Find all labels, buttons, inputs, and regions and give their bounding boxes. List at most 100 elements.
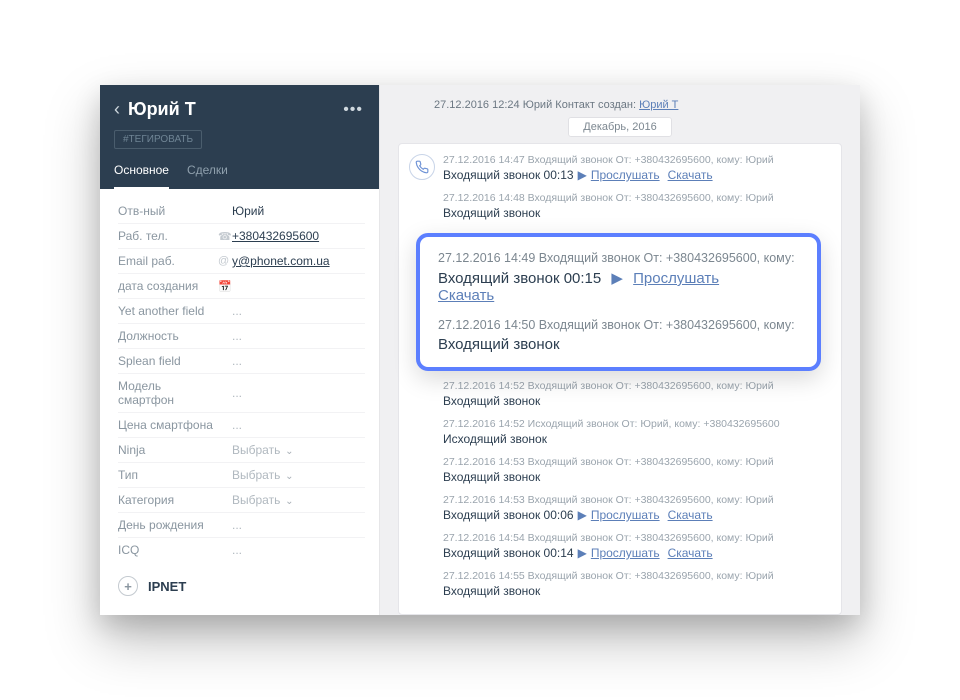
back-chevron-icon[interactable]: ‹ [114,99,120,120]
sidebar-header: ‹ Юрий Т ••• #ТЕГИРОВАТЬ Основное Сделки [100,85,379,189]
field-value[interactable]: Выбрать ⌄ [232,468,365,482]
month-label: Декабрь, 2016 [568,117,671,137]
field-label: Модель смартфон [118,379,218,407]
field-row: ТипВыбрать ⌄ [118,463,365,488]
tab-main[interactable]: Основное [114,163,169,189]
call-card: 27.12.2016 14:47 Входящий звонок От: +38… [398,143,842,615]
phone-icon [409,154,435,180]
field-value: Юрий [232,204,365,218]
call-entry: 27.12.2016 14:53 Входящий звонок От: +38… [443,456,827,484]
call-entry: 27.12.2016 14:48 Входящий звонок От: +38… [443,192,827,220]
field-row: День рождения... [118,513,365,538]
call-meta: 27.12.2016 14:48 Входящий звонок От: +38… [443,192,827,204]
download-link[interactable]: Скачать [668,508,713,522]
call-meta: 27.12.2016 14:52 Входящий звонок От: +38… [443,380,827,392]
field-value: ... [232,386,365,400]
download-link[interactable]: Скачать [668,546,713,560]
call-body: Входящий звонок 00:14▶ПрослушатьСкачать [443,546,827,560]
field-row: Цена смартфона... [118,413,365,438]
call-body: Входящий звонок 00:13▶ПрослушатьСкачать [443,168,827,182]
download-link[interactable]: Скачать [438,287,494,304]
call-meta: 27.12.2016 14:47 Входящий звонок От: +38… [443,154,827,166]
field-label: Цена смартфона [118,418,218,432]
call-entry: 27.12.2016 14:53 Входящий звонок От: +38… [443,494,827,522]
field-value[interactable]: Выбрать ⌄ [232,493,365,507]
call-meta: 27.12.2016 14:54 Входящий звонок От: +38… [443,532,827,544]
call-meta: 27.12.2016 14:55 Входящий звонок От: +38… [443,570,827,582]
field-row: Yet another field... [118,299,365,324]
call-body: Входящий звонок [443,206,827,220]
field-row: Раб. тел.☎+38098681000 [118,612,365,615]
field-row: Раб. тел.☎+380432695600 [118,224,365,249]
field-label: ICQ [118,543,218,557]
created-ts: 27.12.2016 12:24 [434,99,520,111]
field-label: Yet another field [118,304,218,318]
call-entry: 27.12.2016 14:52 Входящий звонок От: +38… [443,380,827,408]
call-entry: 27.12.2016 14:52 Исходящий звонок От: Юр… [443,418,827,446]
play-icon[interactable]: ▶ [611,270,623,287]
listen-link[interactable]: Прослушать [591,508,660,522]
field-value[interactable]: y@phonet.com.ua [232,254,365,268]
field-label: Email раб. [118,254,218,268]
sidebar-tabs: Основное Сделки [114,163,363,189]
created-link[interactable]: Юрий Т [639,99,678,111]
download-link[interactable]: Скачать [668,168,713,182]
highlight-meta-2: 27.12.2016 14:50 Входящий звонок От: +38… [438,318,799,332]
call-entry: 27.12.2016 14:55 Входящий звонок От: +38… [443,570,827,598]
field-row: Модель смартфон... [118,374,365,413]
tag-button[interactable]: #ТЕГИРОВАТЬ [114,130,202,149]
tab-deals[interactable]: Сделки [187,163,228,189]
field-label: дата создания [118,279,218,293]
call-body: Входящий звонок [443,470,827,484]
month-separator: Декабрь, 2016 [398,121,842,133]
field-label: Ninja [118,443,218,457]
field-label: Категория [118,493,218,507]
add-company-icon[interactable]: + [118,576,138,596]
field-value: ... [232,418,365,432]
call-body: Входящий звонок [443,394,827,408]
highlight-body-1: Входящий звонок 00:15 ▶ Прослушать Скача… [438,269,799,304]
call-body: Входящий звонок 00:06▶ПрослушатьСкачать [443,508,827,522]
field-row: Отв-ный Юрий [118,199,365,224]
call-meta: 27.12.2016 14:53 Входящий звонок От: +38… [443,494,827,506]
call-meta: 27.12.2016 14:52 Исходящий звонок От: Юр… [443,418,827,430]
call-body: Исходящий звонок [443,432,827,446]
more-menu-icon[interactable]: ••• [343,101,363,119]
field-value[interactable]: Выбрать ⌄ [232,443,365,457]
field-value: ... [232,543,365,557]
highlighted-calls-card: 27.12.2016 14:49 Входящий звонок От: +38… [416,233,821,371]
contact-fields: Отв-ный Юрий Раб. тел.☎+380432695600 Email … [100,189,379,566]
company-name: IPNET [148,579,186,594]
listen-link[interactable]: Прослушать [633,270,719,287]
listen-link[interactable]: Прослушать [591,168,660,182]
created-who: Юрий [523,99,553,111]
play-icon[interactable]: ▶ [578,546,587,560]
company-header: + IPNET [100,566,379,602]
chevron-down-icon: ⌄ [282,496,293,507]
chevron-down-icon: ⌄ [282,446,293,457]
call-meta: 27.12.2016 14:53 Входящий звонок От: +38… [443,456,827,468]
field-value: ... [232,304,365,318]
at-icon: @ [218,255,232,267]
cal-icon: 📅 [218,280,232,293]
field-value[interactable]: +380432695600 [232,229,365,243]
highlight-body-2: Входящий звонок [438,336,799,353]
listen-link[interactable]: Прослушать [591,546,660,560]
created-label: Контакт создан: [555,99,636,111]
field-label: Раб. тел. [118,229,218,243]
chevron-down-icon: ⌄ [282,471,293,482]
company-fields: Раб. тел.☎+38098681000Email раб.@info@ip… [100,602,379,615]
field-label: Отв-ный [118,204,218,218]
field-row: Ninja Выбрать ⌄ [118,438,365,463]
contact-sidebar: ‹ Юрий Т ••• #ТЕГИРОВАТЬ Основное Сделки… [100,85,380,615]
play-icon[interactable]: ▶ [578,168,587,182]
field-value: ... [232,518,365,532]
field-row: Категория Выбрать ⌄ [118,488,365,513]
field-label: Splean field [118,354,218,368]
call-entry: 27.12.2016 14:47 Входящий звонок От: +38… [443,154,827,182]
field-row: Splean field... [118,349,365,374]
phone-icon: ☎ [218,230,232,243]
field-value: ... [232,329,365,343]
field-row: дата создания📅 [118,274,365,299]
play-icon[interactable]: ▶ [578,508,587,522]
